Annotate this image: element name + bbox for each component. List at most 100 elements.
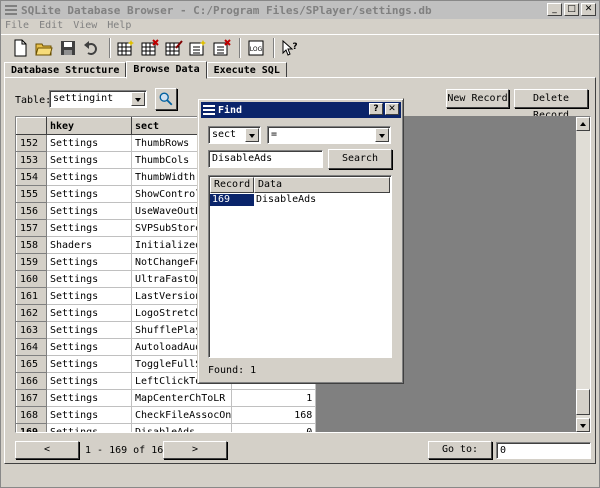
go-to-button[interactable]: Go to: bbox=[428, 441, 492, 459]
cell-hkey[interactable]: Settings bbox=[46, 321, 132, 339]
cell-hkey[interactable]: Settings bbox=[46, 270, 132, 288]
next-page-button[interactable]: > bbox=[163, 441, 227, 459]
row-number[interactable]: 157 bbox=[16, 219, 47, 237]
dialog-close-button[interactable]: ✕ bbox=[385, 103, 399, 115]
cell-sect[interactable]: MapCenterChToLR bbox=[131, 389, 233, 407]
column-header-hkey[interactable]: hkey bbox=[46, 117, 132, 135]
close-button[interactable]: ✕ bbox=[581, 3, 596, 16]
record-range: 1 - 169 of 169 bbox=[85, 445, 170, 456]
row-number[interactable]: 163 bbox=[16, 321, 47, 339]
undo-button[interactable] bbox=[81, 37, 103, 59]
cell-hkey[interactable]: Settings bbox=[46, 151, 132, 169]
result-record-cell[interactable]: 169 bbox=[210, 194, 254, 206]
cell-hkey[interactable]: Settings bbox=[46, 134, 132, 152]
previous-page-button[interactable]: < bbox=[15, 441, 79, 459]
whats-this-icon: ? bbox=[282, 39, 298, 56]
find-operator-select[interactable]: = bbox=[267, 126, 391, 144]
log-button[interactable]: LOG bbox=[245, 37, 267, 59]
row-number[interactable]: 156 bbox=[16, 202, 47, 220]
find-button[interactable] bbox=[155, 88, 177, 110]
cell-hkey[interactable]: Settings bbox=[46, 185, 132, 203]
results-header-record[interactable]: Record bbox=[210, 177, 254, 193]
row-number[interactable]: 160 bbox=[16, 270, 47, 288]
row-number[interactable]: 154 bbox=[16, 168, 47, 186]
menu-help[interactable]: Help bbox=[107, 19, 131, 33]
scroll-up-button[interactable] bbox=[576, 117, 590, 131]
row-number[interactable]: 165 bbox=[16, 355, 47, 373]
create-index-button[interactable] bbox=[187, 37, 209, 59]
cell-hkey[interactable]: Settings bbox=[46, 372, 132, 390]
chevron-down-icon[interactable] bbox=[375, 128, 389, 142]
table-row[interactable]: 169 Settings DisableAds 0 bbox=[16, 423, 317, 432]
table-row[interactable]: 168 Settings CheckFileAssocOn 168 bbox=[16, 406, 317, 424]
cell-hkey[interactable]: Settings bbox=[46, 168, 132, 186]
results-header-data[interactable]: Data bbox=[254, 177, 390, 193]
cell-hkey[interactable]: Settings bbox=[46, 219, 132, 237]
find-dialog-title-bar[interactable]: Find ? ✕ bbox=[201, 102, 401, 118]
menu-file[interactable]: File bbox=[5, 19, 29, 33]
scroll-down-button[interactable] bbox=[576, 418, 590, 432]
cell-hkey[interactable]: Settings bbox=[46, 355, 132, 373]
table-select[interactable]: settingint bbox=[49, 90, 147, 108]
row-number[interactable]: 153 bbox=[16, 151, 47, 169]
cell-value[interactable]: 0 bbox=[231, 423, 317, 432]
vertical-scrollbar[interactable] bbox=[576, 117, 590, 432]
maximize-button[interactable]: □ bbox=[564, 3, 579, 16]
tab-execute-sql[interactable]: Execute SQL bbox=[206, 62, 287, 78]
find-text-input[interactable]: DisableAds bbox=[208, 150, 323, 168]
row-number[interactable]: 168 bbox=[16, 406, 47, 424]
save-button[interactable] bbox=[57, 37, 79, 59]
cell-hkey[interactable]: Settings bbox=[46, 253, 132, 271]
row-number[interactable]: 162 bbox=[16, 304, 47, 322]
cell-value[interactable]: 168 bbox=[231, 406, 317, 424]
row-number[interactable]: 161 bbox=[16, 287, 47, 305]
row-number[interactable]: 164 bbox=[16, 338, 47, 356]
new-record-button[interactable]: New Record bbox=[446, 89, 509, 108]
cell-sect[interactable]: CheckFileAssocOn bbox=[131, 406, 233, 424]
chevron-down-icon[interactable] bbox=[245, 128, 259, 142]
scroll-thumb[interactable] bbox=[576, 389, 590, 415]
find-field-select[interactable]: sect bbox=[208, 126, 261, 144]
table-row[interactable]: 167 Settings MapCenterChToLR 1 bbox=[16, 389, 317, 407]
cell-hkey[interactable]: Settings bbox=[46, 423, 132, 432]
row-number[interactable]: 169 bbox=[16, 423, 47, 432]
delete-index-icon bbox=[213, 38, 231, 55]
row-number[interactable]: 155 bbox=[16, 185, 47, 203]
menu-edit[interactable]: Edit bbox=[39, 19, 63, 33]
row-number[interactable]: 167 bbox=[16, 389, 47, 407]
app-menu-icon[interactable] bbox=[5, 5, 17, 15]
whats-this-button[interactable]: ? bbox=[279, 37, 301, 59]
minimize-button[interactable]: _ bbox=[547, 3, 562, 16]
delete-record-button[interactable]: Delete Record bbox=[514, 89, 588, 121]
cell-hkey[interactable]: Settings bbox=[46, 287, 132, 305]
cell-hkey[interactable]: Settings bbox=[46, 202, 132, 220]
cell-hkey[interactable]: Settings bbox=[46, 304, 132, 322]
row-number[interactable]: 152 bbox=[16, 134, 47, 152]
chevron-down-icon[interactable] bbox=[131, 92, 145, 106]
new-file-button[interactable] bbox=[9, 37, 31, 59]
create-table-button[interactable] bbox=[115, 37, 137, 59]
create-index-icon bbox=[189, 39, 206, 55]
modify-table-button[interactable] bbox=[163, 37, 185, 59]
cell-value[interactable]: 1 bbox=[231, 389, 317, 407]
cell-hkey[interactable]: Shaders bbox=[46, 236, 132, 254]
find-field-value: sect bbox=[212, 129, 237, 140]
menu-view[interactable]: View bbox=[73, 19, 97, 33]
go-to-input[interactable]: 0 bbox=[496, 442, 591, 459]
cell-hkey[interactable]: Settings bbox=[46, 406, 132, 424]
delete-table-button[interactable] bbox=[139, 37, 161, 59]
search-button[interactable]: Search bbox=[328, 149, 392, 169]
open-button[interactable] bbox=[33, 37, 55, 59]
cell-sect[interactable]: DisableAds bbox=[131, 423, 233, 432]
help-button[interactable]: ? bbox=[369, 103, 383, 115]
row-number[interactable]: 166 bbox=[16, 372, 47, 390]
tab-database-structure[interactable]: Database Structure bbox=[4, 62, 127, 78]
cell-hkey[interactable]: Settings bbox=[46, 389, 132, 407]
tab-browse-data[interactable]: Browse Data bbox=[126, 61, 207, 79]
delete-index-button[interactable] bbox=[211, 37, 233, 59]
row-number[interactable]: 159 bbox=[16, 253, 47, 271]
title-bar[interactable]: SQLite Database Browser - C:/Program Fil… bbox=[1, 1, 599, 19]
result-data-cell[interactable]: DisableAds bbox=[254, 194, 374, 206]
cell-hkey[interactable]: Settings bbox=[46, 338, 132, 356]
row-number[interactable]: 158 bbox=[16, 236, 47, 254]
